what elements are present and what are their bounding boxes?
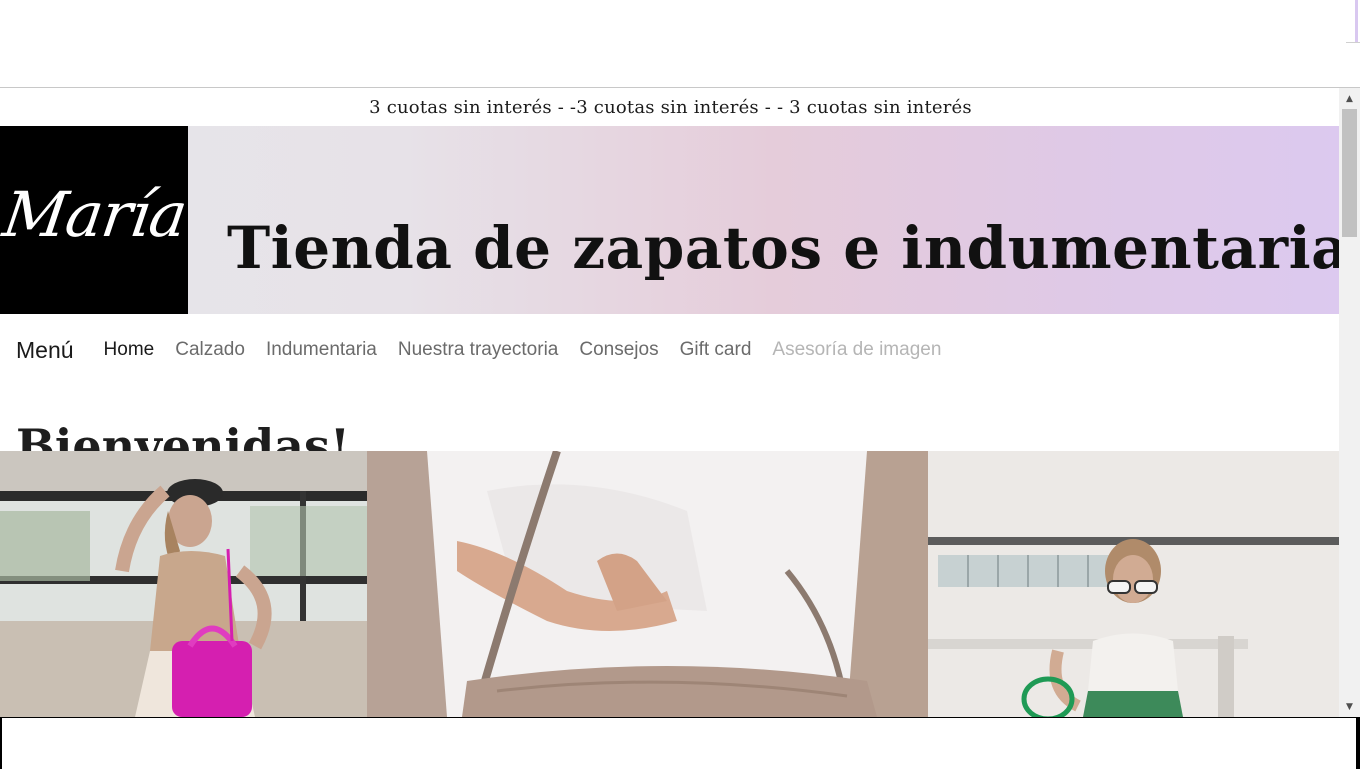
woman-cap-pink-bag-photo [0,451,367,717]
divider [1346,42,1360,43]
nav-link-nuestra-trayectoria[interactable]: Nuestra trayectoria [398,339,559,361]
bottom-frame [0,717,1360,769]
nav-link-asesoria-de-imagen: Asesoría de imagen [772,339,942,360]
browser-top-area [0,0,1360,88]
corner-accent [1355,0,1358,42]
main-navbar: Menú Home Calzado Indumentaria Nuestra t… [0,314,1339,386]
shoulder-bag-closeup-photo [367,451,928,717]
navbar-brand[interactable]: Menú [16,337,74,364]
vertical-scrollbar[interactable]: ▲ ▼ [1339,88,1360,717]
photo-gallery [0,451,1339,717]
woman-sunglasses-green-bag-photo [928,451,1339,717]
header-banner: María Tienda de zapatos e indumentaria [0,126,1339,314]
logo[interactable]: María [0,126,191,314]
page-viewport[interactable]: 3 cuotas sin interés - -3 cuotas sin int… [0,88,1339,717]
scroll-up-arrow-icon[interactable]: ▲ [1339,90,1360,107]
logo-text: María [0,177,191,251]
scroll-down-arrow-icon[interactable]: ▼ [1339,698,1360,715]
banner-title: Tienda de zapatos e indumentaria [227,214,1339,282]
nav-link-gift-card[interactable]: Gift card [680,339,752,361]
frame-edge-right [1356,718,1360,769]
promo-text: 3 cuotas sin interés - -3 cuotas sin int… [369,96,972,118]
nav-link-indumentaria[interactable]: Indumentaria [266,339,377,361]
promo-bar: 3 cuotas sin interés - -3 cuotas sin int… [0,88,1339,126]
frame-edge-left [0,718,2,769]
scrollbar-thumb[interactable] [1342,109,1357,237]
nav-link-consejos[interactable]: Consejos [579,339,658,361]
nav-link-calzado[interactable]: Calzado [175,339,245,361]
nav-link-home[interactable]: Home [104,339,155,361]
